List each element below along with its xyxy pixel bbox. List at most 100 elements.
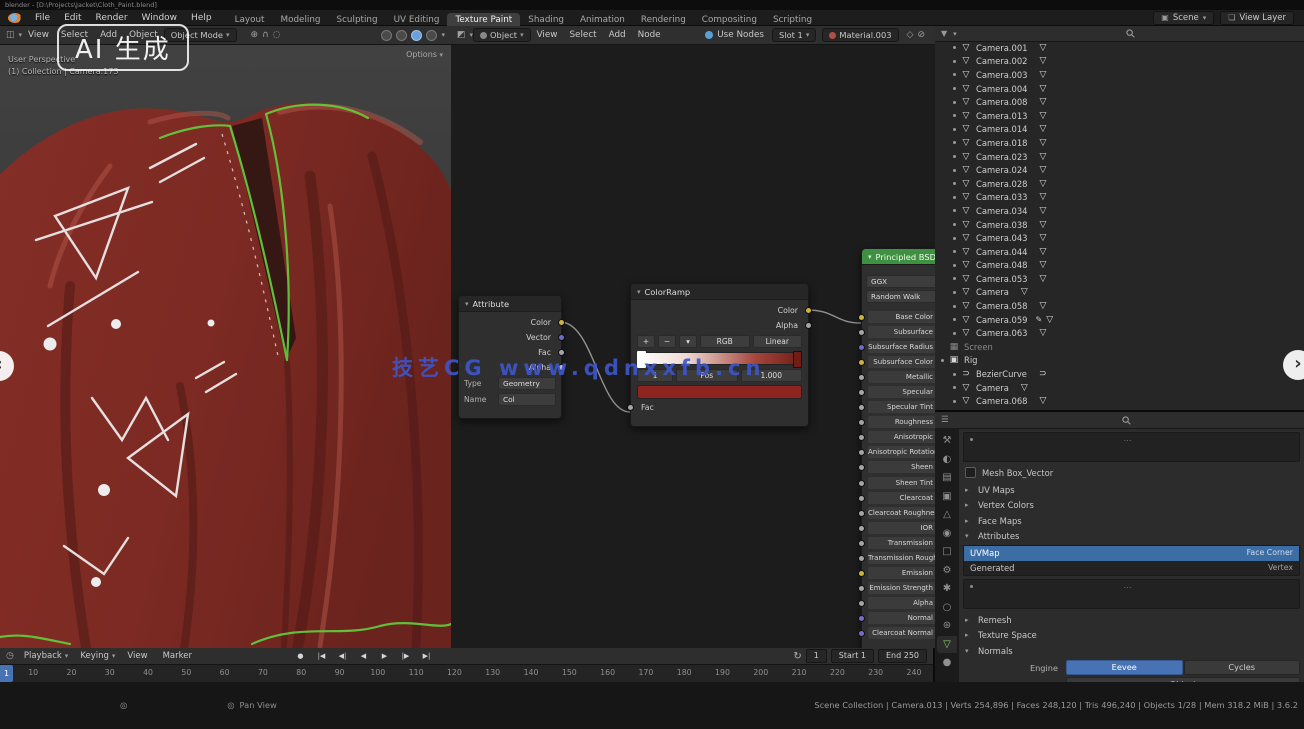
properties-tab-icon[interactable]: △ [937,506,957,523]
topbar-menu-item[interactable]: Edit [57,13,88,23]
outliner-item[interactable]: ▽ Camera.053 ▽ [935,272,1304,286]
output-socket[interactable] [558,319,565,326]
input-socket[interactable] [858,510,865,517]
topbar-menu-item[interactable]: Help [184,13,219,23]
playback-button[interactable]: ▶| [417,650,436,662]
outliner-item[interactable]: ▽ Camera.048 ▽ [935,259,1304,273]
current-frame-field[interactable]: 1 [806,649,827,663]
timeline-menu-item[interactable]: Playback ▾ [18,651,74,661]
outliner-item[interactable]: ▽ Camera.058 ▽ [935,299,1304,313]
playback-button[interactable]: |▶ [396,650,415,662]
outliner-item[interactable]: ▽ Camera.003 ▽ [935,68,1304,82]
outliner-item[interactable]: ▽ Camera.023 ▽ [935,150,1304,164]
shader-menu-item[interactable]: Add [603,30,632,40]
input-socket[interactable] [627,404,634,411]
viewport-menu-item[interactable]: View [22,30,55,40]
outliner-item[interactable]: ▽ Camera.002 ▽ [935,55,1304,69]
input-socket[interactable] [858,480,865,487]
input-socket[interactable] [858,540,865,547]
ramp-stop-red[interactable] [793,351,802,368]
outliner-item[interactable]: ▽ Camera ▽ [935,381,1304,395]
outliner-item[interactable]: ▽ Camera.038 ▽ [935,218,1304,232]
solid-shading-icon[interactable] [396,30,407,41]
input-socket[interactable] [858,389,865,396]
outliner-item[interactable]: ▽ Camera.033 ▽ [935,191,1304,205]
properties-tab-icon[interactable]: ▣ [937,488,957,505]
rendered-shading-icon[interactable] [426,30,437,41]
3d-viewport[interactable]: ◫ ▾ ViewSelectAddObject Object Mode ▾ ⊕ … [0,26,453,648]
properties-tab-icon[interactable]: ⚙ [937,562,957,579]
principled-bsdf-node[interactable]: ▾ Principled BSDF GGX Random Walk Base C… [861,248,937,648]
playback-button[interactable]: ● [291,650,310,662]
editor-type-icon[interactable]: ◫ [6,30,15,40]
output-socket[interactable] [558,334,565,341]
shader-menu-item[interactable]: View [531,30,564,40]
input-socket[interactable] [858,359,865,366]
outliner-item[interactable]: ▽ Camera.001 ▽ [935,41,1304,55]
fake-user-shield-icon[interactable]: ◇ [907,30,914,40]
collapse-caret-icon[interactable]: ▾ [465,300,469,308]
timeline[interactable]: ◷ Playback ▾ Keying ▾ View Marker ●|◀ [0,648,935,682]
viewport-scene-jacket[interactable] [0,26,451,648]
outliner-item[interactable]: ▽ Camera.059 ✎ ▽ [935,313,1304,327]
properties-search[interactable] [955,416,1298,425]
outliner-item[interactable]: ▣ Rig [935,354,1304,368]
collapse-caret-icon[interactable]: ▾ [637,288,641,296]
playback-button[interactable]: |◀ [312,650,331,662]
input-socket[interactable] [858,464,865,471]
input-socket[interactable] [858,434,865,441]
engine-option-button[interactable]: Cycles [1184,660,1301,675]
current-frame-indicator[interactable]: 1 [0,665,13,682]
input-socket[interactable] [858,600,865,607]
workspace-tab[interactable]: Layout [227,13,273,26]
input-socket[interactable] [858,495,865,502]
timeline-menu-item[interactable]: Marker [157,651,201,661]
input-socket[interactable] [858,570,865,577]
outliner-item[interactable]: ⊃ BezierCurve ⊃ [935,367,1304,381]
proportional-edit-icon[interactable]: ◌ [273,30,281,40]
attributes-extra-box[interactable]: ⋯ [963,579,1300,609]
input-socket[interactable] [858,374,865,381]
workspace-tab[interactable]: UV Editing [386,13,448,26]
color-mode-dropdown[interactable]: RGB [700,335,750,348]
input-socket[interactable] [858,449,865,456]
collapse-caret-icon[interactable]: ▾ [868,253,872,261]
attribute-row[interactable]: UVMap Face Corner [964,546,1299,561]
shader-menu-item[interactable]: Select [563,30,602,40]
shader-editor[interactable]: ◩ ▾ Object ▾ ViewSelectAddNode Use Nodes… [451,26,937,648]
timeline-menu-item[interactable]: Keying ▾ [74,651,121,661]
add-stop-button[interactable]: + [637,335,655,348]
frame-end-field[interactable]: End 250 [878,649,927,663]
properties-tab-icon[interactable]: ○ [937,599,957,616]
workspace-tab[interactable]: Sculpting [329,13,386,26]
properties-tab-icon[interactable]: ◐ [937,451,957,468]
use-nodes-toggle[interactable]: Use Nodes [705,30,764,40]
blender-logo-icon[interactable] [8,13,22,23]
outliner-item[interactable]: ▽ Camera.004 ▽ [935,82,1304,96]
properties-tab-icon[interactable]: ⊛ [937,617,957,634]
outliner-item[interactable]: ▽ Camera.044 ▽ [935,245,1304,259]
outliner-item[interactable]: ▽ Camera.068 ▽ [935,394,1304,408]
workspace-tab[interactable]: Shading [520,13,572,26]
outliner-item[interactable]: ▽ Camera ▽ [935,286,1304,300]
properties-tab-icon[interactable]: □ [937,543,957,560]
input-socket[interactable] [858,344,865,351]
topbar-menu-item[interactable]: File [28,13,57,23]
viewport-options-dropdown[interactable]: Options ▾ [406,50,443,59]
filter-icon[interactable]: ▼ [941,29,947,38]
workspace-tab[interactable]: Scripting [765,13,820,26]
outliner-item[interactable]: ▽ Camera.014 ▽ [935,123,1304,137]
timeline-menu-item[interactable]: View [121,651,156,661]
outliner-item[interactable]: ▽ Camera.024 ▽ [935,163,1304,177]
editor-type-icon[interactable]: ◷ [6,651,14,661]
shader-type-dropdown[interactable]: Object ▾ [473,28,531,42]
panel-section-header[interactable]: ▸ UV Maps [963,482,1300,498]
playback-button[interactable]: ▶ [375,650,394,662]
editor-type-icon[interactable]: ◩ [457,30,466,40]
properties-editor[interactable]: ☰ ⚒ ◐ ▤ ▣ △ ◉ □ [935,410,1304,700]
outliner-item[interactable]: ▦ Screen [935,340,1304,354]
sss-method-dropdown[interactable]: Random Walk [866,290,937,303]
panel-section-header[interactable]: ▸ Texture Space [963,628,1300,644]
panel-section-header[interactable]: ▸ Remesh [963,612,1300,628]
engine-option-button[interactable]: Eevee [1066,660,1183,675]
